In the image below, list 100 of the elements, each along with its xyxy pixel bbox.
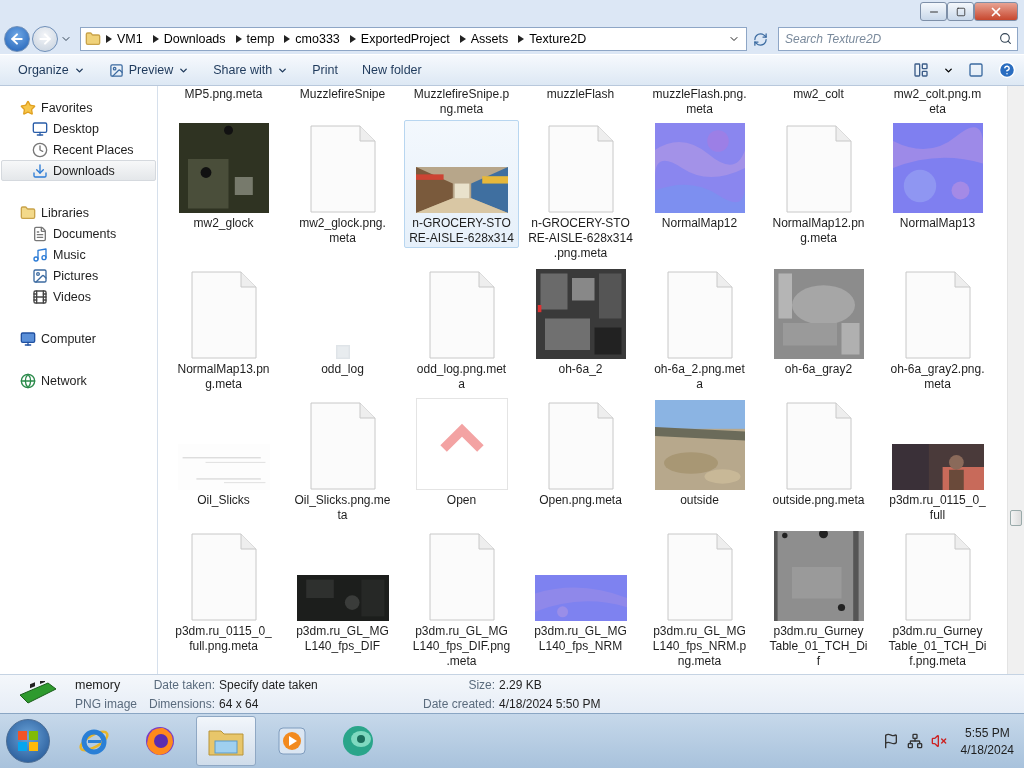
breadcrumb[interactable]: temp [241, 32, 280, 46]
image-icon [32, 267, 48, 284]
search-field[interactable]: Search Texture2D [778, 27, 1018, 51]
maximize-icon [955, 6, 966, 17]
file-tile[interactable]: Open [404, 397, 519, 510]
sidebar-item[interactable]: Libraries [1, 202, 156, 223]
file-tile[interactable]: outside [642, 397, 757, 510]
network-icon[interactable] [906, 733, 923, 749]
file-tile[interactable]: p3dm.ru_GL_MG L140_fps_DIF.png .meta [404, 528, 519, 671]
file-name[interactable]: mw2_colt [759, 87, 878, 102]
minimize-button[interactable] [920, 2, 947, 21]
close-button[interactable] [974, 2, 1018, 21]
sidebar-item[interactable]: Downloads [1, 160, 156, 181]
field-label: Date created: [423, 696, 496, 711]
separator-arrow-icon[interactable] [284, 35, 291, 43]
view-options-icon[interactable] [913, 62, 929, 78]
desktop-icon [32, 120, 48, 137]
file-tile[interactable]: p3dm.ru_GL_MG L140_fps_NRM.p ng.meta [642, 528, 757, 671]
file-name: p3dm.ru_GL_MG L140_fps_DIF.png .meta [412, 624, 511, 669]
file-name[interactable]: MP5.png.meta [164, 87, 283, 102]
file-tile[interactable]: p3dm.ru_Gurney Table_01_TCH_Di f [761, 528, 876, 671]
preview-pane-icon[interactable] [968, 62, 984, 78]
field-label: Size: [467, 677, 496, 692]
toolbar-button[interactable]: Print [302, 60, 348, 80]
file-tile[interactable]: Oil_Slicks [166, 397, 281, 510]
toolbar-button[interactable]: Share with [203, 60, 299, 80]
sidebar-item[interactable]: Favorites [1, 97, 156, 118]
file-tile[interactable]: odd_log [285, 266, 400, 379]
file-tile[interactable]: NormalMap12 [642, 120, 757, 233]
sidebar-item[interactable]: Pictures [1, 265, 156, 286]
toolbar-button[interactable]: Organize [8, 60, 95, 80]
separator-arrow-icon[interactable] [349, 35, 356, 43]
file-tile[interactable]: n-GROCERY-STO RE-AISLE-628x314 .png.meta [523, 120, 638, 263]
separator-arrow-icon[interactable] [459, 35, 466, 43]
document-icon [904, 271, 971, 359]
file-tile[interactable]: Open.png.meta [523, 397, 638, 510]
file-name[interactable]: muzzleFlash [521, 87, 640, 102]
breadcrumb[interactable]: ExportedProject [355, 32, 455, 46]
file-tile[interactable]: NormalMap12.pn g.meta [761, 120, 876, 248]
image-icon [108, 62, 124, 78]
file-tile[interactable]: oh-6a_2 [523, 266, 638, 379]
toolbar-button[interactable]: Preview [98, 59, 200, 81]
separator-arrow-icon[interactable] [152, 35, 159, 43]
file-tile[interactable]: oh-6a_gray2 [761, 266, 876, 379]
file-tile[interactable]: mw2_glock.png. meta [285, 120, 400, 248]
maximize-button[interactable] [947, 2, 974, 21]
sidebar-item[interactable]: Desktop [1, 118, 156, 139]
file-tile[interactable]: p3dm.ru_0115_0_ full.png.meta [166, 528, 281, 656]
sidebar-item[interactable]: Recent Places [1, 139, 156, 160]
file-tile[interactable]: Oil_Slicks.png.me ta [285, 397, 400, 525]
file-name[interactable]: muzzleFlash.png. meta [640, 87, 759, 117]
address-bar[interactable]: VM1 Downloads temp cmo333 ExportedProject Assets Texture2D [80, 27, 747, 51]
file-name[interactable]: MuzzlefireSnipe [283, 87, 402, 102]
breadcrumb[interactable]: Downloads [158, 32, 231, 46]
file-name[interactable]: MuzzlefireSnipe.p ng.meta [402, 87, 521, 117]
field-label: Date taken: [152, 677, 216, 692]
muted-speaker-icon[interactable] [930, 733, 947, 749]
start-button[interactable] [6, 719, 50, 763]
separator-arrow-icon[interactable] [106, 35, 112, 43]
file-tile[interactable]: p3dm.ru_0115_0_ full [880, 397, 995, 525]
scrollbar[interactable] [1007, 86, 1024, 674]
toolbar-button[interactable]: New folder [351, 60, 432, 80]
file-tile[interactable]: NormalMap13 [880, 120, 995, 233]
file-tile[interactable]: odd_log.png.met a [404, 266, 519, 394]
separator-arrow-icon[interactable] [518, 35, 525, 43]
file-tile[interactable]: oh-6a_gray2.png. meta [880, 266, 995, 394]
forward-button[interactable] [32, 26, 58, 52]
document-icon [904, 533, 971, 621]
scroll-thumb[interactable] [1010, 510, 1022, 526]
file-tile[interactable]: outside.png.meta [761, 397, 876, 510]
sidebar-item[interactable]: Network [1, 370, 156, 391]
file-tile[interactable]: oh-6a_2.png.met a [642, 266, 757, 394]
breadcrumb[interactable]: cmo333 [290, 32, 345, 46]
search-icon[interactable] [999, 32, 1012, 45]
file-name[interactable]: mw2_colt.png.m eta [878, 87, 997, 117]
file-name: n-GROCERY-STO RE-AISLE-628x314 .png.meta [528, 216, 633, 261]
file-name: p3dm.ru_0115_0_ full [889, 493, 986, 523]
document-icon [666, 533, 733, 621]
file-tile[interactable]: NormalMap13.pn g.meta [166, 266, 281, 394]
file-tile[interactable]: p3dm.ru_GL_MG L140_fps_DIF [285, 528, 400, 656]
sidebar-item[interactable]: Music [1, 244, 156, 265]
flag-icon[interactable] [882, 733, 899, 749]
file-tile[interactable]: p3dm.ru_GL_MG L140_fps_NRM [523, 528, 638, 656]
help-icon[interactable] [998, 61, 1016, 79]
refresh-icon[interactable] [753, 31, 768, 47]
file-name: Open.png.meta [539, 493, 622, 508]
sidebar-item[interactable]: Computer [1, 328, 156, 349]
file-tile[interactable]: n-GROCERY-STO RE-AISLE-628x314 [404, 120, 519, 248]
file-tile[interactable]: p3dm.ru_Gurney Table_01_TCH_Di f.png.meta [880, 528, 995, 671]
breadcrumb[interactable]: Texture2D [524, 32, 592, 46]
breadcrumb[interactable]: Assets [465, 32, 514, 46]
sidebar-item[interactable]: Videos [1, 286, 156, 307]
breadcrumb[interactable]: VM1 [112, 32, 148, 46]
document-icon [190, 271, 257, 359]
clock[interactable]: 5:55 PM 4/18/2024 [960, 725, 1014, 757]
separator-arrow-icon[interactable] [235, 35, 242, 43]
back-button[interactable] [4, 26, 30, 52]
file-tile[interactable]: mw2_glock [166, 120, 281, 233]
document-icon [785, 402, 852, 490]
sidebar-item[interactable]: Documents [1, 223, 156, 244]
